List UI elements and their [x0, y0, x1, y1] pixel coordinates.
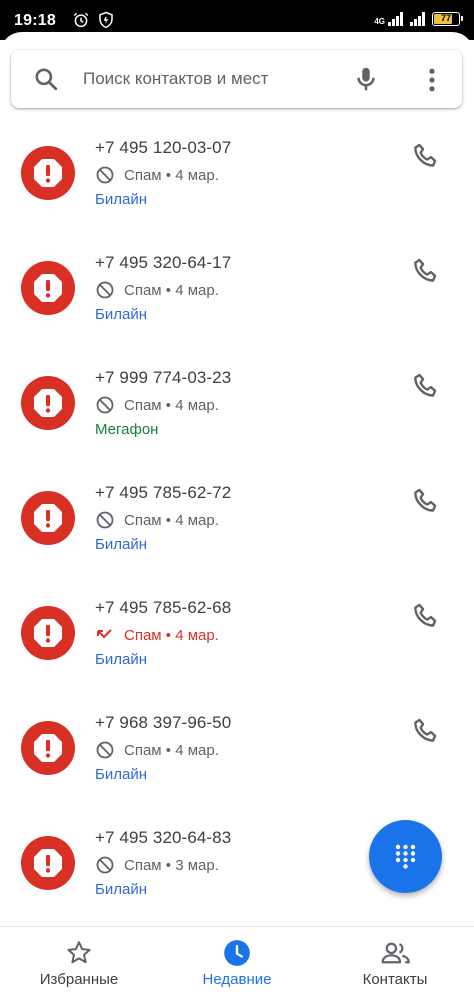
call-carrier: Билайн — [95, 651, 147, 668]
call-list-item[interactable]: +7 495 785-62-68 Спам • 4 мар. Билайн — [0, 590, 474, 705]
call-number: +7 999 774-03-23 — [95, 368, 232, 387]
spam-avatar[interactable] — [21, 836, 75, 890]
phone-icon — [414, 488, 437, 512]
call-number: +7 495 120-03-07 — [95, 138, 232, 157]
phone-icon — [414, 143, 437, 167]
call-status-text: Спам • 4 мар. — [124, 511, 219, 529]
call-status-text: Спам • 4 мар. — [124, 396, 219, 414]
signal-icon: 4G — [374, 12, 404, 26]
missed-call-icon — [97, 629, 112, 639]
battery-percent: 77 — [440, 13, 451, 23]
call-list-item[interactable]: +7 495 785-62-72 Спам • 4 мар. Билайн — [0, 475, 474, 590]
spam-avatar[interactable] — [21, 261, 75, 315]
call-status: Спам • 4 мар. — [95, 740, 219, 760]
call-carrier: Билайн — [95, 306, 147, 323]
blocked-icon — [96, 511, 114, 529]
call-carrier: Билайн — [95, 766, 147, 783]
search-bar[interactable] — [11, 50, 462, 108]
signal-icon-2 — [410, 12, 425, 26]
dialpad-button[interactable] — [369, 820, 442, 893]
tab-favorites-label: Избранные — [39, 971, 119, 988]
call-carrier: Мегафон — [95, 421, 159, 438]
call-number: +7 495 320-64-17 — [95, 253, 232, 272]
call-status: Спам • 4 мар. — [95, 510, 219, 530]
dialpad-icon — [395, 844, 416, 869]
call-status-text: Спам • 4 мар. — [124, 281, 219, 299]
search-input[interactable] — [83, 64, 343, 94]
spam-avatar[interactable] — [21, 606, 75, 660]
call-button[interactable] — [410, 140, 444, 174]
tab-contacts[interactable]: Контакты — [316, 927, 474, 1000]
alarm-icon — [72, 11, 90, 34]
call-list-item[interactable]: +7 999 774-03-23 Спам • 4 мар. Мегафон — [0, 360, 474, 475]
spam-warning-icon — [34, 849, 62, 877]
call-button[interactable] — [410, 485, 444, 519]
call-status-text: Спам • 4 мар. — [124, 741, 219, 759]
shield-icon — [98, 11, 114, 34]
phone-icon — [414, 718, 437, 742]
call-status-text: Спам • 4 мар. — [124, 626, 219, 644]
spam-avatar[interactable] — [21, 491, 75, 545]
mic-icon[interactable] — [351, 64, 381, 94]
call-carrier: Билайн — [95, 191, 147, 208]
clock-icon — [223, 939, 251, 967]
battery-icon: 77 — [432, 12, 463, 26]
tab-recents[interactable]: Недавние — [158, 927, 316, 1000]
people-icon — [381, 939, 410, 967]
call-button[interactable] — [410, 715, 444, 749]
status-time: 19:18 — [14, 12, 56, 29]
blocked-icon — [96, 166, 114, 184]
call-carrier: Билайн — [95, 881, 147, 898]
call-number: +7 495 320-64-83 — [95, 828, 232, 847]
tab-recents-label: Недавние — [202, 971, 272, 988]
phone-icon — [414, 373, 437, 397]
call-list-item[interactable]: +7 495 320-64-17 Спам • 4 мар. Билайн — [0, 245, 474, 360]
spam-warning-icon — [34, 274, 62, 302]
call-button[interactable] — [410, 600, 444, 634]
tab-favorites[interactable]: Избранные — [0, 927, 158, 1000]
call-number: +7 495 785-62-72 — [95, 483, 232, 502]
call-list-item[interactable]: +7 968 397-96-50 Спам • 4 мар. Билайн — [0, 705, 474, 820]
tab-contacts-label: Контакты — [362, 971, 428, 988]
call-status-text: Спам • 3 мар. — [124, 856, 219, 874]
spam-avatar[interactable] — [21, 721, 75, 775]
status-right: 4G 77 — [374, 12, 463, 26]
call-carrier: Билайн — [95, 536, 147, 553]
call-status: Спам • 4 мар. — [95, 165, 219, 185]
spam-avatar[interactable] — [21, 376, 75, 430]
call-button[interactable] — [410, 255, 444, 289]
call-list-item[interactable]: +7 495 120-03-07 Спам • 4 мар. Билайн — [0, 130, 474, 245]
spam-avatar[interactable] — [21, 146, 75, 200]
blocked-icon — [96, 741, 114, 759]
spam-warning-icon — [34, 734, 62, 762]
spam-warning-icon — [34, 504, 62, 532]
call-number: +7 495 785-62-68 — [95, 598, 232, 617]
blocked-icon — [96, 396, 114, 414]
blocked-icon — [96, 281, 114, 299]
call-status: Спам • 4 мар. — [95, 395, 219, 415]
phone-icon — [414, 603, 437, 627]
call-status: Спам • 4 мар. — [95, 280, 219, 300]
spam-warning-icon — [34, 159, 62, 187]
phone-icon — [414, 258, 437, 282]
call-status-text: Спам • 4 мар. — [124, 166, 219, 184]
status-left-icons — [72, 11, 114, 34]
network-type: 4G — [374, 17, 385, 26]
call-button[interactable] — [410, 370, 444, 404]
call-number: +7 968 397-96-50 — [95, 713, 232, 732]
spam-warning-icon — [34, 619, 62, 647]
spam-warning-icon — [34, 389, 62, 417]
bottom-nav: Избранные Недавние Контакты — [0, 926, 474, 1000]
more-options-icon[interactable] — [417, 65, 447, 95]
call-status: Спам • 3 мар. — [95, 855, 219, 875]
search-icon — [33, 66, 59, 92]
star-icon — [65, 939, 93, 967]
call-status: Спам • 4 мар. — [95, 625, 219, 645]
blocked-icon — [96, 856, 114, 874]
